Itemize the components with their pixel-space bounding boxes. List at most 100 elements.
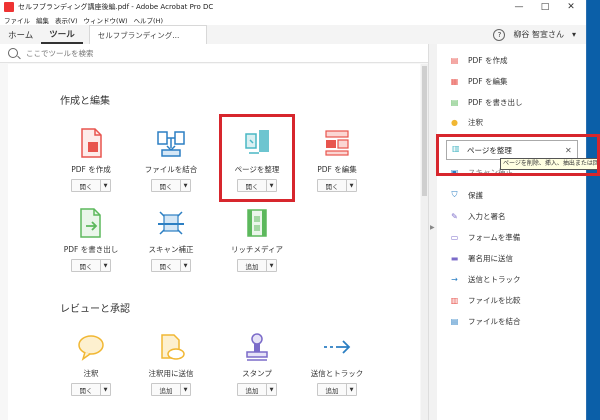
pane-item-export-pdf[interactable]: ▤ PDF を書き出し bbox=[437, 94, 586, 110]
add-dropdown-button[interactable]: 追加 ▼ bbox=[151, 383, 191, 396]
pane-item-comment[interactable]: ● 注釈 bbox=[437, 114, 586, 130]
search-icon bbox=[8, 48, 18, 58]
tool-export-pdf[interactable]: PDF を書き出し 開く ▼ bbox=[56, 206, 126, 272]
highlight-box-pane-search bbox=[436, 134, 600, 176]
open-dropdown-button[interactable]: 開く ▼ bbox=[151, 259, 191, 272]
chevron-down-icon[interactable]: ▼ bbox=[180, 384, 190, 395]
chevron-down-icon[interactable]: ▼ bbox=[100, 260, 110, 271]
pane-item-create-pdf[interactable]: ▤ PDF を作成 bbox=[437, 52, 586, 68]
tab-bar: ホーム ツール セルフブランディング... ? 柳谷 智宣さん ▾ bbox=[0, 25, 586, 45]
chevron-down-icon[interactable]: ▼ bbox=[180, 180, 190, 191]
comment-icon: ● bbox=[451, 117, 458, 127]
combine-files-icon: ▤ bbox=[450, 316, 459, 326]
tool-label: PDF を書き出し bbox=[63, 245, 119, 254]
tool-label: スキャン補正 bbox=[148, 245, 194, 254]
add-dropdown-button[interactable]: 追加 ▼ bbox=[237, 259, 277, 272]
highlight-box-organize-pages bbox=[219, 114, 295, 202]
right-tools-pane: ▤ PDF を作成 ▦ PDF を編集 ▤ PDF を書き出し ● 注釈 ▣ スキャン補正… bbox=[437, 44, 586, 420]
tool-enhance-scans[interactable]: スキャン補正 開く ▼ bbox=[136, 206, 206, 272]
pane-item-send-for-signature[interactable]: ▬ 署名用に送信 bbox=[437, 250, 586, 266]
film-icon bbox=[240, 206, 274, 240]
help-icon[interactable]: ? bbox=[493, 28, 506, 41]
export-pdf-icon bbox=[74, 206, 108, 240]
tool-rich-media[interactable]: リッチメディア 追加 ▼ bbox=[222, 206, 292, 272]
tool-label: PDF を作成 bbox=[71, 165, 111, 174]
section-title-create-edit: 作成と編集 bbox=[60, 96, 110, 107]
send-track-icon: → bbox=[451, 274, 458, 284]
form-icon: ▭ bbox=[450, 232, 459, 242]
user-name[interactable]: 柳谷 智宣さん bbox=[513, 29, 564, 40]
search-input[interactable] bbox=[24, 47, 328, 59]
menu-help[interactable]: ヘルプ(H) bbox=[134, 15, 163, 25]
window-controls: — □ ✕ bbox=[506, 0, 584, 14]
combine-files-icon bbox=[154, 126, 188, 160]
pane-item-edit-pdf[interactable]: ▦ PDF を編集 bbox=[437, 73, 586, 89]
chevron-down-icon[interactable]: ▼ bbox=[266, 384, 276, 395]
compare-icon: ▥ bbox=[450, 295, 459, 305]
close-icon[interactable]: ✕ bbox=[558, 0, 584, 14]
tool-label: PDF を編集 bbox=[317, 165, 357, 174]
scrollbar-thumb[interactable] bbox=[422, 66, 427, 196]
open-dropdown-button[interactable]: 開く ▼ bbox=[317, 179, 357, 192]
create-pdf-icon: ▤ bbox=[450, 55, 459, 65]
title-bar: セルフブランディング講座後編.pdf - Adobe Acrobat Pro D… bbox=[0, 0, 586, 14]
tools-center: 作成と編集 PDF を作成 開く▼ ファイルを結合 開く▼ ページを整理 開く▼ bbox=[0, 44, 428, 420]
section-title-review: レビューと承認 bbox=[60, 304, 130, 315]
menu-edit[interactable]: 編集 bbox=[36, 15, 49, 25]
tab-document[interactable]: セルフブランディング... bbox=[88, 25, 207, 44]
shield-icon: ⛉ bbox=[451, 190, 458, 199]
scanner-icon bbox=[154, 206, 188, 240]
open-dropdown-button[interactable]: 開く ▼ bbox=[71, 259, 111, 272]
tool-label: ファイルを結合 bbox=[144, 165, 198, 174]
pane-item-send-track[interactable]: → 送信とトラック bbox=[437, 271, 586, 287]
maximize-icon[interactable]: □ bbox=[532, 0, 558, 14]
tools-grid: 作成と編集 PDF を作成 開く ▼ ファイルを結合 開く ▼ ページを整理 開く ▼ bbox=[8, 64, 420, 420]
pane-item-fill-sign[interactable]: ✎ 入力と署名 bbox=[437, 208, 586, 224]
tool-comment[interactable]: 注釈 開く ▼ bbox=[56, 330, 126, 396]
pane-item-combine-files[interactable]: ▤ ファイルを結合 bbox=[437, 313, 586, 329]
minimize-icon[interactable]: — bbox=[506, 0, 532, 14]
tool-edit-pdf[interactable]: PDF を編集 開く ▼ bbox=[302, 126, 372, 192]
chevron-right-icon[interactable]: ▶ bbox=[430, 224, 435, 231]
chevron-down-icon[interactable]: ▾ bbox=[572, 30, 576, 39]
chevron-down-icon[interactable]: ▼ bbox=[100, 384, 110, 395]
tool-send-and-track[interactable]: 送信とトラック 追加 ▼ bbox=[302, 330, 372, 396]
chevron-down-icon[interactable]: ▼ bbox=[100, 180, 110, 191]
pane-item-protect[interactable]: ⛉ 保護 bbox=[437, 187, 586, 203]
tab-tools[interactable]: ツール bbox=[41, 25, 83, 44]
tool-label: 注釈 bbox=[83, 369, 99, 378]
send-track-icon bbox=[320, 330, 354, 364]
comment-icon bbox=[74, 330, 108, 364]
tool-label: 送信とトラック bbox=[310, 369, 364, 378]
chevron-down-icon[interactable]: ▼ bbox=[346, 180, 356, 191]
tool-label: リッチメディア bbox=[231, 245, 283, 254]
vertical-scrollbar[interactable] bbox=[421, 64, 428, 420]
tool-label: スタンプ bbox=[242, 369, 272, 378]
window-title: セルフブランディング講座後編.pdf - Adobe Acrobat Pro D… bbox=[18, 3, 214, 11]
edit-pdf-icon: ▦ bbox=[450, 76, 459, 86]
open-dropdown-button[interactable]: 開く ▼ bbox=[151, 179, 191, 192]
tool-create-pdf[interactable]: PDF を作成 開く ▼ bbox=[56, 126, 126, 192]
add-dropdown-button[interactable]: 追加 ▼ bbox=[317, 383, 357, 396]
chevron-down-icon[interactable]: ▼ bbox=[180, 260, 190, 271]
open-dropdown-button[interactable]: 開く ▼ bbox=[71, 383, 111, 396]
export-pdf-icon: ▤ bbox=[450, 97, 459, 107]
pane-item-prepare-form[interactable]: ▭ フォームを準備 bbox=[437, 229, 586, 245]
menu-view[interactable]: 表示(V) bbox=[55, 15, 78, 25]
tool-search-bar bbox=[0, 44, 428, 63]
menu-file[interactable]: ファイル bbox=[4, 15, 30, 25]
tool-combine-files[interactable]: ファイルを結合 開く ▼ bbox=[136, 126, 206, 192]
stamp-icon bbox=[240, 330, 274, 364]
create-pdf-icon bbox=[74, 126, 108, 160]
add-dropdown-button[interactable]: 追加 ▼ bbox=[237, 383, 277, 396]
send-comments-icon bbox=[154, 330, 188, 364]
tab-home[interactable]: ホーム bbox=[0, 25, 41, 44]
chevron-down-icon[interactable]: ▼ bbox=[266, 260, 276, 271]
open-dropdown-button[interactable]: 開く ▼ bbox=[71, 179, 111, 192]
edit-pdf-icon bbox=[320, 126, 354, 160]
pane-item-compare-files[interactable]: ▥ ファイルを比較 bbox=[437, 292, 586, 308]
tool-stamp[interactable]: スタンプ 追加 ▼ bbox=[222, 330, 292, 396]
tool-send-for-comments[interactable]: 注釈用に送信 追加 ▼ bbox=[136, 330, 206, 396]
menu-window[interactable]: ウィンドウ(W) bbox=[84, 15, 128, 25]
chevron-down-icon[interactable]: ▼ bbox=[346, 384, 356, 395]
